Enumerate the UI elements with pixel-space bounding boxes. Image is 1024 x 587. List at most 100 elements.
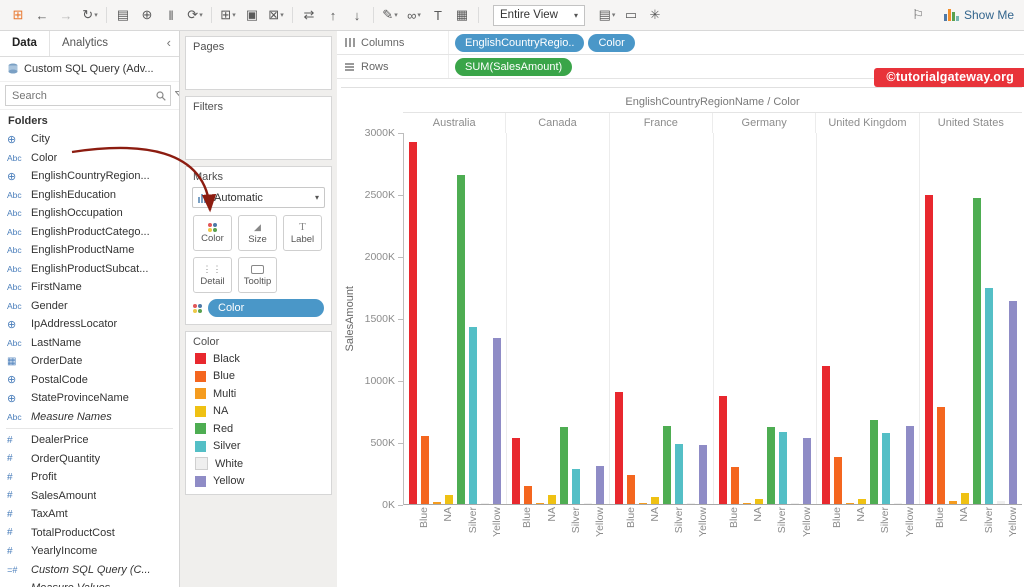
mark-button-size[interactable]: Size: [238, 215, 277, 251]
bar-united-kingdom-white[interactable]: [894, 503, 902, 504]
field-postalcode[interactable]: ⊕PostalCode: [0, 371, 179, 390]
bar-france-multi[interactable]: [639, 503, 647, 504]
bar-canada-black[interactable]: [512, 438, 520, 504]
bar-united-states-red[interactable]: [973, 198, 981, 504]
bar-france-white[interactable]: [687, 503, 695, 504]
search-box[interactable]: [5, 85, 171, 106]
mark-button-label[interactable]: Label: [283, 215, 322, 251]
field-orderdate[interactable]: ▦OrderDate: [0, 352, 179, 371]
field-orderquantity[interactable]: #OrderQuantity: [0, 450, 179, 469]
bar-canada-multi[interactable]: [536, 503, 544, 504]
bar-germany-blue[interactable]: [731, 467, 739, 504]
pill-englishcountryregio[interactable]: EnglishCountryRegio..: [455, 34, 584, 52]
clear-sheet-button[interactable]: ⊠▾: [264, 4, 288, 26]
bar-canada-white[interactable]: [584, 503, 592, 504]
pill-sum-salesamount[interactable]: SUM(SalesAmount): [455, 58, 572, 76]
legend-item-blue[interactable]: Blue: [186, 368, 331, 386]
bar-united-kingdom-black[interactable]: [822, 366, 830, 505]
bar-germany-multi[interactable]: [743, 503, 751, 504]
pause-auto-updates-button[interactable]: ‖: [159, 4, 183, 26]
field-profit[interactable]: #Profit: [0, 468, 179, 487]
show-me-button[interactable]: Show Me: [944, 8, 1014, 22]
field-yearlyincome[interactable]: #YearlyIncome: [0, 542, 179, 561]
highlight-button[interactable]: ✎▾: [378, 4, 402, 26]
field-englisheducation[interactable]: AbcEnglishEducation: [0, 186, 179, 205]
bar-germany-yellow[interactable]: [803, 438, 811, 504]
legend-item-yellow[interactable]: Yellow: [186, 473, 331, 491]
field-englishcountryregion[interactable]: ⊕EnglishCountryRegion...: [0, 167, 179, 186]
bar-canada-red[interactable]: [560, 427, 568, 504]
field-lastname[interactable]: AbcLastName: [0, 334, 179, 353]
bar-germany-red[interactable]: [767, 427, 775, 504]
legend-item-silver[interactable]: Silver: [186, 438, 331, 456]
bar-australia-silver[interactable]: [469, 327, 477, 504]
columns-shelf[interactable]: Columns EnglishCountryRegio..Color: [337, 31, 1024, 55]
field-measure-values[interactable]: Measure Values: [0, 579, 179, 587]
field-color[interactable]: AbcColor: [0, 149, 179, 168]
tab-data[interactable]: Data: [0, 31, 50, 56]
field-ipaddresslocator[interactable]: ⊕IpAddressLocator: [0, 315, 179, 334]
search-input[interactable]: [10, 89, 156, 103]
bar-germany-white[interactable]: [791, 503, 799, 504]
back-button[interactable]: ←: [30, 4, 54, 26]
bar-germany-na[interactable]: [755, 499, 763, 504]
swap-rows-columns-button[interactable]: ⇄: [297, 4, 321, 26]
new-data-source-button[interactable]: ⊕: [135, 4, 159, 26]
bar-france-red[interactable]: [663, 426, 671, 504]
bar-united-states-blue[interactable]: [937, 407, 945, 504]
field-englishoccupation[interactable]: AbcEnglishOccupation: [0, 204, 179, 223]
save-button[interactable]: ▤: [111, 4, 135, 26]
field-stateprovincename[interactable]: ⊕StateProvinceName: [0, 389, 179, 408]
bar-united-states-white[interactable]: [997, 501, 1005, 504]
new-worksheet-button[interactable]: ⊞▾: [216, 4, 240, 26]
bar-united-states-multi[interactable]: [949, 501, 957, 504]
view-mode-dropdown[interactable]: Entire View ▾: [493, 5, 585, 26]
bar-australia-blue[interactable]: [421, 436, 429, 504]
pill-color[interactable]: Color: [208, 299, 324, 317]
bar-germany-black[interactable]: [719, 396, 727, 504]
fix-axes-button[interactable]: ▦: [450, 4, 474, 26]
field-englishproductcatego[interactable]: AbcEnglishProductCatego...: [0, 223, 179, 242]
bar-germany-silver[interactable]: [779, 432, 787, 504]
replay-button[interactable]: ↻▾: [78, 4, 102, 26]
group-members-button[interactable]: ∞▾: [402, 4, 426, 26]
bar-france-blue[interactable]: [627, 475, 635, 504]
field-measure-names[interactable]: AbcMeasure Names: [0, 408, 179, 427]
data-source-item[interactable]: Custom SQL Query (Adv...: [0, 57, 179, 82]
bar-united-kingdom-multi[interactable]: [846, 503, 854, 504]
show-hide-cards-button[interactable]: ▤▾: [595, 4, 619, 26]
bar-canada-silver[interactable]: [572, 469, 580, 504]
legend-item-red[interactable]: Red: [186, 420, 331, 438]
show-mark-labels-button[interactable]: T: [426, 4, 450, 26]
bar-canada-blue[interactable]: [524, 486, 532, 504]
mark-button-color[interactable]: Color: [193, 215, 232, 251]
field-firstname[interactable]: AbcFirstName: [0, 278, 179, 297]
bar-united-kingdom-na[interactable]: [858, 499, 866, 504]
pages-shelf[interactable]: Pages: [185, 36, 332, 90]
pill-color[interactable]: Color: [588, 34, 634, 52]
legend-item-na[interactable]: NA: [186, 403, 331, 421]
mark-button-tooltip[interactable]: Tooltip: [238, 257, 277, 293]
bar-australia-yellow[interactable]: [493, 338, 501, 504]
bar-united-states-na[interactable]: [961, 493, 969, 504]
bar-france-black[interactable]: [615, 392, 623, 504]
field-englishproductsubcat[interactable]: AbcEnglishProductSubcat...: [0, 260, 179, 279]
bar-canada-yellow[interactable]: [596, 466, 604, 504]
field-salesamount[interactable]: #SalesAmount: [0, 487, 179, 506]
field-city[interactable]: ⊕City: [0, 130, 179, 149]
bar-united-states-black[interactable]: [925, 195, 933, 504]
legend-item-white[interactable]: White: [186, 455, 331, 473]
tab-analytics[interactable]: Analytics: [50, 31, 120, 56]
sort-ascending-button[interactable]: ↑: [321, 4, 345, 26]
share-button[interactable]: ✳: [643, 4, 667, 26]
bar-australia-multi[interactable]: [433, 502, 441, 504]
sort-descending-button[interactable]: ↓: [345, 4, 369, 26]
bar-australia-na[interactable]: [445, 495, 453, 504]
duplicate-sheet-button[interactable]: ▣: [240, 4, 264, 26]
bar-united-kingdom-red[interactable]: [870, 420, 878, 504]
field-totalproductcost[interactable]: #TotalProductCost: [0, 524, 179, 543]
tableau-logo-icon[interactable]: ⊞: [6, 4, 30, 26]
bar-united-kingdom-silver[interactable]: [882, 433, 890, 504]
field-taxamt[interactable]: #TaxAmt: [0, 505, 179, 524]
bar-france-na[interactable]: [651, 497, 659, 504]
